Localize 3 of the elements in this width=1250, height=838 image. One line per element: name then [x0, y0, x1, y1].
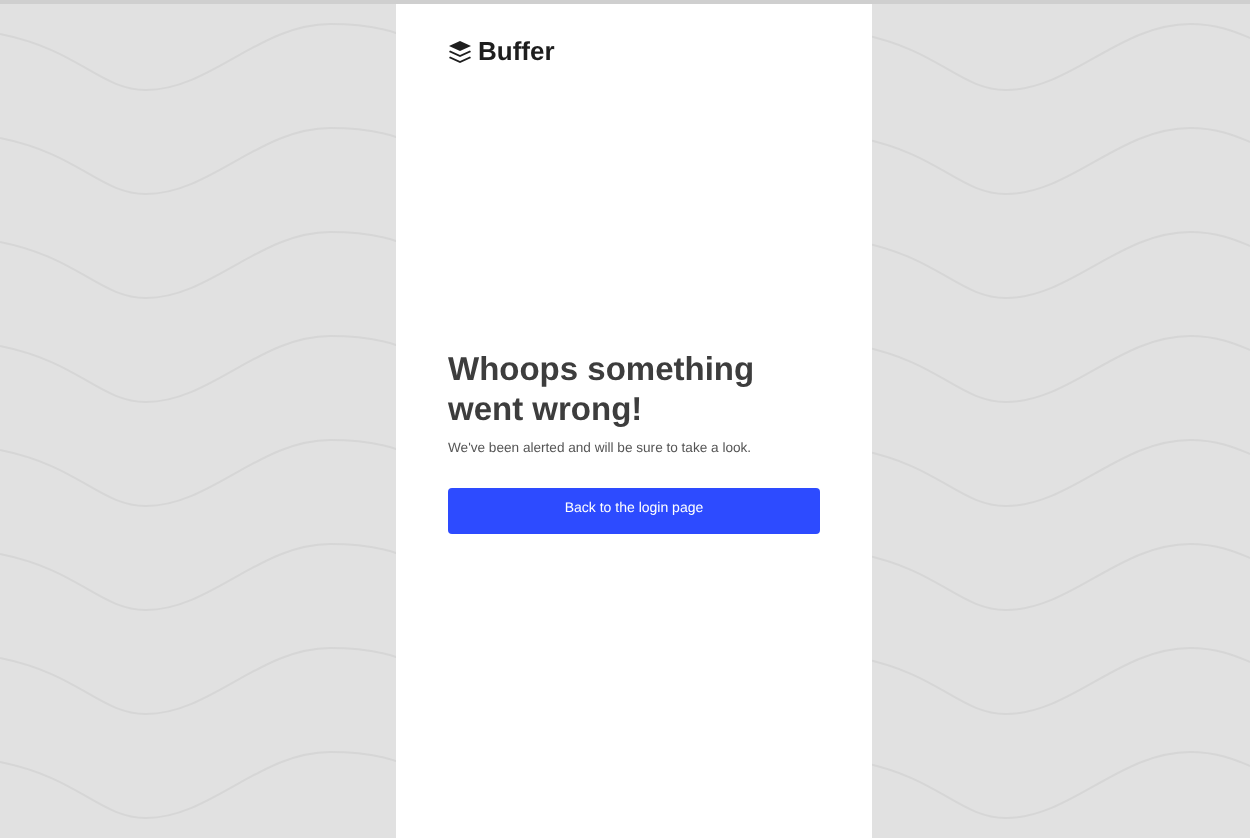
stacked-layers-icon — [448, 39, 472, 64]
logo-text: Buffer — [478, 34, 555, 70]
error-title: Whoops something went wrong! — [448, 349, 757, 432]
